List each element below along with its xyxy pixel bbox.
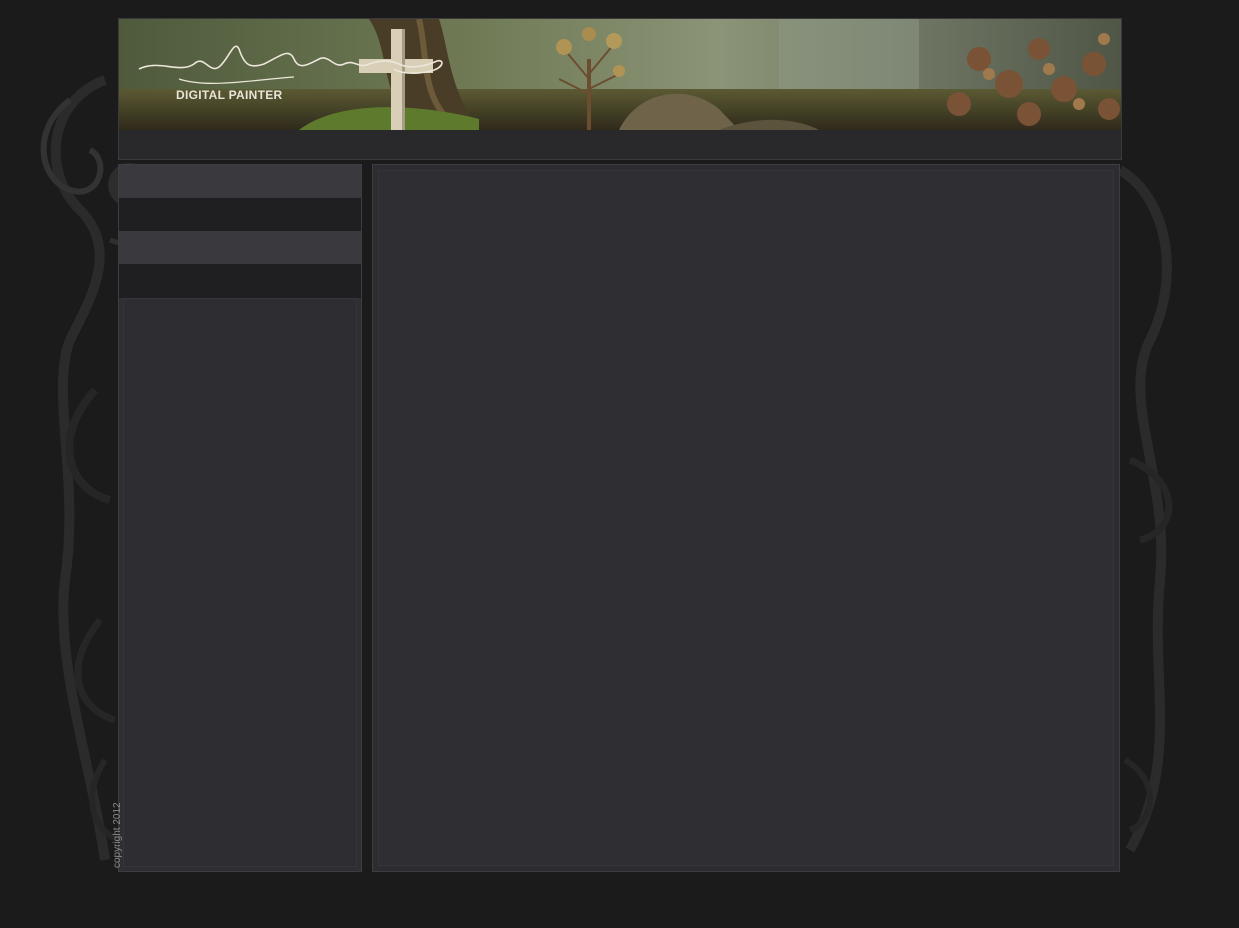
copyright-text: copyright 2012 xyxy=(112,802,123,868)
brand-subtitle: DIGITAL PAINTER xyxy=(176,88,283,102)
main-content-panel xyxy=(378,170,1114,866)
sidebar-strip-1 xyxy=(119,165,361,198)
forest-painting-image xyxy=(119,19,1121,130)
main-content xyxy=(372,164,1120,872)
page: DIGITAL PAINTER copyright 2012 xyxy=(0,0,1239,928)
nav-bar xyxy=(119,130,1121,159)
sidebar-content-panel xyxy=(123,298,357,867)
sidebar-strip-4 xyxy=(119,264,361,298)
sidebar-strip-2 xyxy=(119,198,361,231)
header-banner: DIGITAL PAINTER xyxy=(119,19,1121,130)
sidebar-strip-3 xyxy=(119,231,361,264)
sidebar xyxy=(118,164,362,872)
site-header: DIGITAL PAINTER xyxy=(118,18,1122,160)
